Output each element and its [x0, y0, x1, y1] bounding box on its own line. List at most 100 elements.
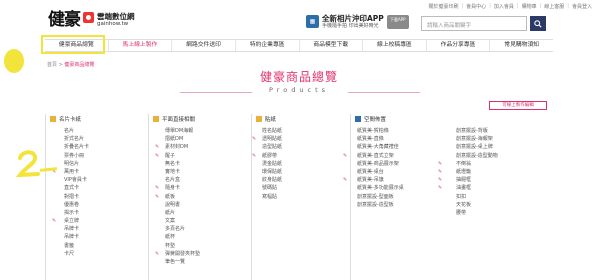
- product-link[interactable]: 杯墊: [149, 242, 248, 250]
- app-download-badge[interactable]: 下載APP: [386, 14, 409, 29]
- top-link-about[interactable]: 關於健豪印刷: [428, 3, 458, 10]
- product-link[interactable]: 紙杯: [149, 233, 248, 241]
- search-button[interactable]: [530, 16, 546, 31]
- product-link[interactable]: 紙質美-賀柏條: [351, 127, 450, 135]
- product-link[interactable]: 折式名片: [46, 135, 145, 143]
- product-link[interactable]: 燙金貼紙: [252, 160, 347, 168]
- product-link[interactable]: ✎ 彈簧開發夾杯墊: [149, 250, 248, 258]
- product-link[interactable]: ✎ 紙板: [149, 193, 248, 201]
- product-link[interactable]: 天花板: [450, 201, 550, 209]
- category-title[interactable]: 平面直接相關: [162, 115, 195, 123]
- product-link[interactable]: 明信片: [46, 160, 145, 168]
- product-link[interactable]: 創意擺設-海報架: [450, 135, 550, 143]
- product-link[interactable]: ✎ 油畫框: [438, 184, 550, 192]
- product-link[interactable]: ✎ 桌立牌: [46, 217, 145, 225]
- product-link[interactable]: VIP會員卡: [46, 176, 145, 184]
- product-link[interactable]: 創意擺設-造型動物: [450, 152, 550, 160]
- product-link[interactable]: ✎ 隨身卡: [149, 184, 248, 192]
- product-link[interactable]: 說明書: [149, 201, 248, 209]
- product-label: 揭示卡: [64, 209, 80, 216]
- product-link[interactable]: 創意擺設-型面板: [351, 193, 450, 201]
- product-link[interactable]: 腰帶: [450, 209, 550, 217]
- nav-item-template[interactable]: 商品模型下載: [300, 40, 364, 51]
- product-link[interactable]: 紙質美-多功能展示桌: [351, 184, 450, 192]
- top-link-cart[interactable]: 購物車: [522, 3, 537, 10]
- category-title[interactable]: 空間佈置: [364, 115, 386, 123]
- product-link[interactable]: 紋身貼紙: [252, 176, 347, 184]
- product-link[interactable]: 創意擺設-背版: [450, 127, 550, 135]
- product-label: 天花板: [456, 201, 472, 208]
- product-link[interactable]: 卡尺: [46, 250, 145, 258]
- product-link[interactable]: ✎ 紙膠帶: [252, 152, 347, 160]
- product-link[interactable]: 吊牌卡: [46, 233, 145, 241]
- product-link[interactable]: 創意擺設-桌上牌: [450, 143, 550, 151]
- product-link[interactable]: ✎ 不倒翁: [438, 160, 550, 168]
- nav-item-online-make[interactable]: 馬上線上製作: [109, 40, 173, 51]
- top-link-join[interactable]: 加入會員: [494, 3, 514, 10]
- product-link[interactable]: 書籤: [46, 242, 145, 250]
- product-label: 吊牌卡: [64, 234, 80, 241]
- product-link[interactable]: 票券小冊: [46, 152, 145, 160]
- product-link[interactable]: 名片: [46, 127, 145, 135]
- product-link[interactable]: 紙質美-桌台: [351, 168, 450, 176]
- product-link[interactable]: 對摺卡: [46, 193, 145, 201]
- product-link[interactable]: 直式卡: [46, 184, 145, 192]
- top-link-service[interactable]: 線上客服: [544, 3, 564, 10]
- product-link[interactable]: ✎ 萬用卡: [46, 168, 145, 176]
- product-link[interactable]: ✎ 紙質美-直式立架: [343, 152, 450, 160]
- product-link[interactable]: 無名卡: [149, 160, 248, 168]
- breadcrumb: 首頁 > 健豪商品總覽: [47, 62, 95, 68]
- category-title[interactable]: 名片卡紙: [59, 115, 81, 123]
- product-link[interactable]: 優惠卷: [46, 201, 145, 209]
- highlight-annotation-box: [41, 35, 105, 54]
- product-label: 紙質美-大角藏禮佳: [357, 144, 399, 151]
- product-link[interactable]: ✎ 紙燈籠: [438, 168, 550, 176]
- product-link[interactable]: 紙質美-直條: [351, 135, 450, 143]
- divider-right: [348, 92, 420, 93]
- product-link[interactable]: 摺紙DM: [149, 135, 248, 143]
- product-link[interactable]: ✎ 素材封DM: [149, 143, 248, 151]
- nav-item-faq[interactable]: 常見購物須知: [490, 40, 553, 51]
- product-link[interactable]: 扣扣: [450, 193, 550, 201]
- product-link[interactable]: 文案: [149, 217, 248, 225]
- product-label: 紙質美-直條: [357, 136, 384, 143]
- product-link[interactable]: 折疊名片卡: [46, 143, 145, 151]
- product-link[interactable]: 姓名貼紙: [252, 127, 347, 135]
- product-link[interactable]: 寫幅貼: [252, 193, 347, 201]
- site-logo[interactable]: 健豪 雲端數位網 gainhow.tw: [48, 12, 135, 29]
- product-link[interactable]: ✎ 抽屜框: [438, 176, 550, 184]
- product-label: 吊牌卡: [64, 226, 80, 233]
- nav-item-upload[interactable]: 網路交件送印: [172, 40, 236, 51]
- product-label: 姓名貼紙: [262, 128, 283, 134]
- category-title[interactable]: 貼紙: [265, 115, 276, 123]
- product-label: 油畫框: [456, 185, 472, 192]
- product-link[interactable]: 紙質美-大角藏禮佳: [351, 143, 450, 151]
- app-promo[interactable]: ▦ 全新相片沖印APP 手機隨手拍 印出美好時光 下載APP: [306, 14, 409, 29]
- top-link-member[interactable]: 會員中心: [466, 3, 486, 10]
- product-link[interactable]: ✎ 醒子: [149, 152, 248, 160]
- product-link[interactable]: 紙質美-商品展示架: [351, 160, 450, 168]
- product-link[interactable]: 造型貼紙: [252, 143, 347, 151]
- product-link[interactable]: 傳單DM海報: [149, 127, 248, 135]
- editable-pen-icon: ✎: [155, 185, 160, 192]
- category-column-print: 平面直接相關 傳單DM海報 摺紙DM ✎ 素材封DM ✎ 醒子 無名卡 實地卡 名片盒 ✎ 隨身卡 ✎…: [148, 114, 248, 280]
- product-link[interactable]: ✎ 紙質美-吊旗: [343, 176, 450, 184]
- product-link[interactable]: 吊牌卡: [46, 225, 145, 233]
- nav-item-proof[interactable]: 線上校稿專區: [363, 40, 427, 51]
- product-link[interactable]: 多頁名片: [149, 225, 248, 233]
- search-input[interactable]: 請輸入商品關鍵字: [421, 16, 527, 31]
- product-label: 紙質美-賀柏條: [357, 128, 389, 134]
- product-link[interactable]: 實地卡: [149, 168, 248, 176]
- product-link[interactable]: 筆色一覽: [149, 258, 248, 266]
- divider-left: [180, 92, 252, 93]
- nav-item-enterprise[interactable]: 特約企業專區: [236, 40, 300, 51]
- product-link[interactable]: 揭示卡: [46, 209, 145, 217]
- product-link[interactable]: 名片盒: [149, 176, 248, 184]
- product-link[interactable]: 紙片: [149, 209, 248, 217]
- product-link[interactable]: ✎ 透明貼紙: [252, 135, 347, 143]
- product-link[interactable]: 號碼貼: [252, 184, 347, 192]
- product-link[interactable]: 創意擺設-造型板: [351, 201, 450, 209]
- product-link[interactable]: 環保貼紙: [252, 168, 347, 176]
- nav-item-share[interactable]: 作品分享專區: [427, 40, 491, 51]
- top-link-login[interactable]: 會員登入: [572, 3, 592, 10]
